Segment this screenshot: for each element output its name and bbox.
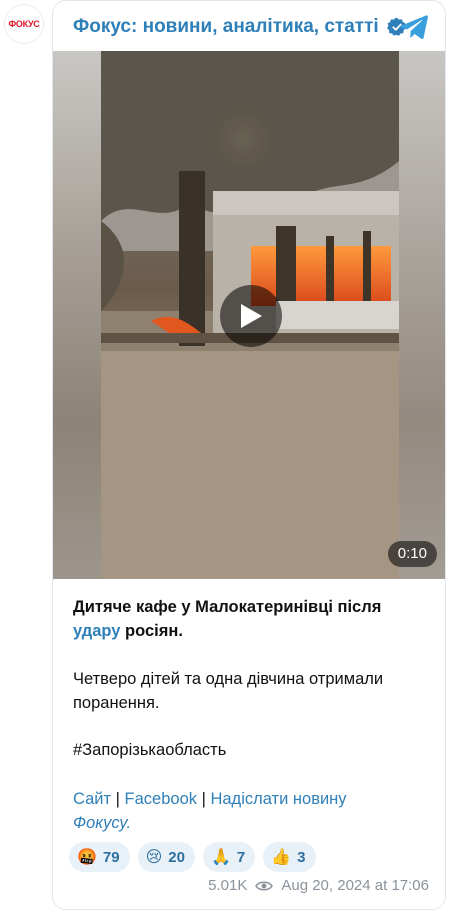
headline-link[interactable]: удару <box>73 622 120 640</box>
video-blur-left <box>53 51 101 579</box>
eye-icon <box>255 881 274 890</box>
headline-text-part1: Дитяче кафе у Малокатеринівці після <box>73 598 382 616</box>
post-paragraph: Четверо дітей та одна дівчина отримали п… <box>73 670 384 712</box>
reactions-bar: 🤬 79 😢 20 🙏 7 👍 3 <box>69 842 316 872</box>
reaction-count: 20 <box>168 848 185 866</box>
reaction-angry[interactable]: 🤬 79 <box>69 842 130 872</box>
reaction-thumbs-up[interactable]: 👍 3 <box>263 842 316 872</box>
post-links: Сайт | Facebook | Надіслати новину Фокус… <box>73 787 433 835</box>
message-card: Фокус: новини, аналітика, статті 0:10 Ди… <box>52 0 446 910</box>
video-player[interactable]: 0:10 <box>53 51 445 579</box>
link-separator: | <box>197 790 211 808</box>
submit-news-link[interactable]: Надіслати новину <box>210 790 346 808</box>
reaction-count: 3 <box>297 848 306 866</box>
reaction-count: 7 <box>236 848 246 866</box>
reaction-crying[interactable]: 😢 20 <box>137 842 195 872</box>
post-date[interactable]: Aug 20, 2024 at 17:06 <box>281 877 429 894</box>
channel-name-link[interactable]: Фокус: новини, аналітика, статті <box>73 16 379 38</box>
video-duration-badge: 0:10 <box>387 541 437 567</box>
crying-emoji-icon: 😢 <box>145 849 163 866</box>
message-meta: 5.01K Aug 20, 2024 at 17:06 <box>208 877 429 894</box>
reaction-count: 79 <box>102 848 120 866</box>
reaction-pray[interactable]: 🙏 7 <box>202 842 256 872</box>
submit-news-link-2[interactable]: Фокусу. <box>73 814 131 832</box>
avatar-logo-text: ФОКУС <box>8 19 40 29</box>
facebook-link[interactable]: Facebook <box>125 790 197 808</box>
play-button[interactable] <box>220 285 282 347</box>
video-blur-right <box>399 51 445 579</box>
headline-text-part2: росіян. <box>120 622 183 640</box>
play-icon <box>241 304 262 328</box>
thumbs-up-emoji-icon: 👍 <box>271 849 292 866</box>
post-headline: Дитяче кафе у Малокатеринівці після удар… <box>73 595 433 643</box>
pray-emoji-icon: 🙏 <box>210 849 231 866</box>
message-header: Фокус: новини, аналітика, статті <box>53 1 445 53</box>
view-count: 5.01K <box>208 877 248 894</box>
site-link[interactable]: Сайт <box>73 790 111 808</box>
angry-emoji-icon: 🤬 <box>77 849 97 866</box>
link-separator: | <box>111 790 125 808</box>
telegram-icon[interactable] <box>399 13 429 41</box>
post-hashtag[interactable]: #Запорізькаобласть <box>73 738 226 762</box>
channel-avatar[interactable]: ФОКУС <box>4 4 44 44</box>
message-text: Дитяче кафе у Малокатеринівці після удар… <box>73 595 433 832</box>
